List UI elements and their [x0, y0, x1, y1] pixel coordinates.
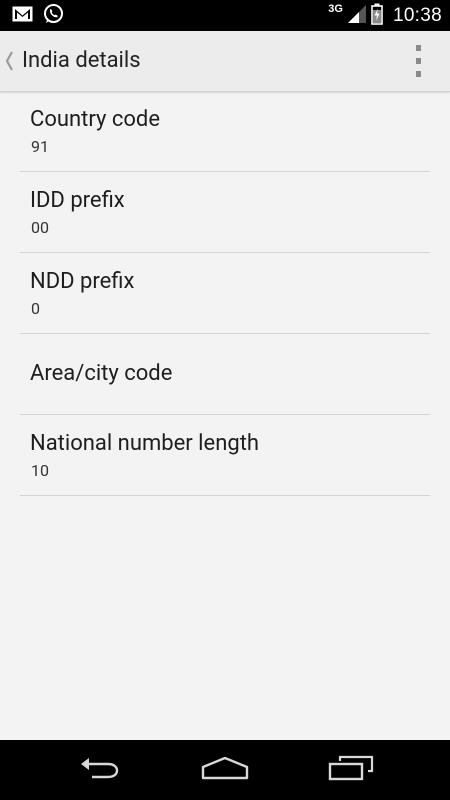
detail-label: Country code: [30, 107, 160, 132]
overflow-dot: [415, 71, 421, 77]
detail-row-ndd-prefix[interactable]: NDD prefix 0: [20, 253, 430, 334]
detail-value: 0: [31, 299, 40, 318]
recents-button[interactable]: [321, 750, 381, 790]
whatsapp-icon: [42, 3, 64, 29]
system-status: 3G 10:38: [328, 0, 442, 31]
notification-icons: [12, 4, 64, 28]
home-icon: [200, 755, 250, 785]
network-type: 3G: [328, 3, 343, 15]
detail-row-idd-prefix[interactable]: IDD prefix 00: [20, 172, 430, 253]
action-bar: India details: [0, 31, 450, 92]
home-button[interactable]: [195, 750, 255, 790]
overflow-dot: [415, 58, 421, 64]
detail-value: 00: [31, 218, 49, 237]
detail-row-area-city-code[interactable]: Area/city code: [20, 334, 430, 415]
signal-icon: [347, 4, 367, 28]
battery-icon: [371, 3, 383, 29]
detail-label: IDD prefix: [30, 188, 125, 213]
back-icon: [78, 755, 122, 785]
back-button[interactable]: [70, 750, 130, 790]
clock: 10:38: [392, 4, 442, 26]
detail-label: Area/city code: [30, 361, 173, 386]
detail-value: 10: [31, 461, 49, 480]
overflow-menu-icon[interactable]: [412, 45, 424, 77]
detail-label: National number length: [30, 431, 260, 456]
overflow-dot: [415, 45, 421, 51]
gmail-icon: [12, 6, 33, 26]
page-title[interactable]: India details: [22, 47, 141, 75]
screen: 3G 10:38 India details Country code 91 I…: [0, 0, 450, 800]
status-bar: 3G 10:38: [0, 0, 450, 31]
navigation-bar: [0, 740, 450, 800]
detail-value: 91: [31, 137, 49, 156]
detail-row-national-number-length[interactable]: National number length 10: [20, 415, 430, 496]
detail-row-country-code[interactable]: Country code 91: [20, 91, 430, 172]
details-list: Country code 91 IDD prefix 00 NDD prefix…: [20, 91, 430, 496]
recents-icon: [328, 755, 374, 785]
up-caret-icon[interactable]: [4, 49, 14, 73]
detail-label: NDD prefix: [30, 269, 135, 294]
